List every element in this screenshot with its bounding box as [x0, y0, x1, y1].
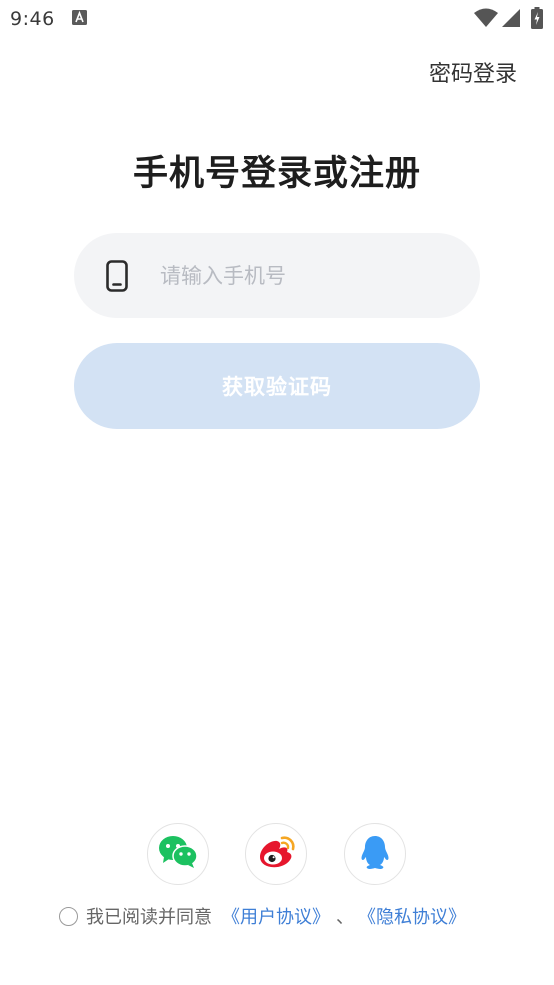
page-title: 手机号登录或注册 — [132, 154, 421, 194]
wifi-icon — [474, 8, 498, 32]
agreement-text: 我已阅读并同意 — [86, 907, 212, 928]
phone-icon — [106, 260, 128, 296]
social-login-row — [0, 823, 554, 887]
phone-input[interactable] — [160, 233, 460, 318]
agreement-row: 我已阅读并同意 《用户协议》 、 《隐私协议》 — [59, 902, 466, 930]
wechat-login-button[interactable] — [147, 823, 209, 885]
app-notification-icon — [72, 10, 87, 29]
get-code-button[interactable]: 获取验证码 — [74, 343, 480, 429]
weibo-icon — [256, 835, 296, 873]
qq-icon — [359, 834, 391, 874]
wechat-icon — [158, 835, 198, 873]
password-login-link[interactable]: 密码登录 — [429, 56, 517, 88]
status-time: 9:46 — [10, 8, 55, 30]
privacy-policy-link[interactable]: 《隐私协议》 — [358, 903, 466, 929]
status-bar: 9:46 — [0, 0, 554, 38]
signal-icon — [502, 9, 520, 31]
qq-login-button[interactable] — [344, 823, 406, 885]
phone-field[interactable] — [74, 233, 480, 318]
weibo-login-button[interactable] — [245, 823, 307, 885]
battery-icon — [531, 7, 543, 33]
agreement-separator: 、 — [336, 907, 354, 928]
user-agreement-link[interactable]: 《用户协议》 — [222, 903, 330, 929]
agree-checkbox[interactable] — [59, 906, 78, 926]
